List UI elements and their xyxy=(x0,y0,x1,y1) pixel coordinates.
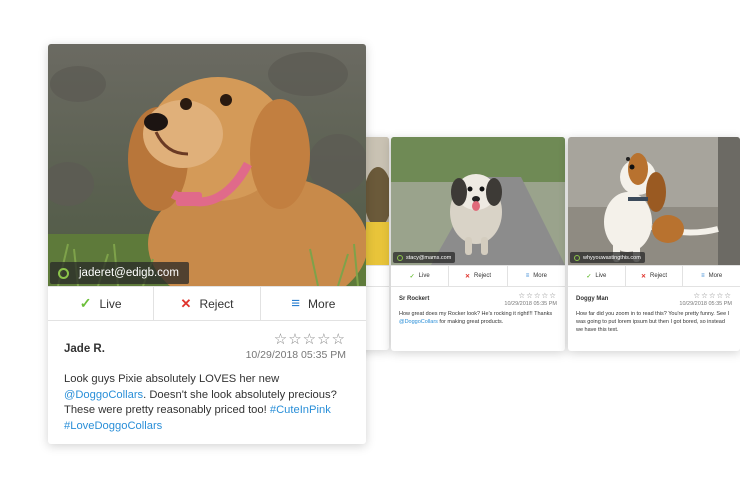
post-text-part: Look guys Pixie absolutely LOVES her new xyxy=(64,373,280,385)
post-card-3-actions: ✓ Live ✕ Reject ≡ More xyxy=(568,265,740,287)
mention-link[interactable]: @DoggoCollars xyxy=(64,389,143,401)
post-text: How far did you zoom in to read this? Yo… xyxy=(576,311,732,335)
post-card-main-email-chip: jaderet@edigb.com xyxy=(50,262,189,284)
more-label: More xyxy=(308,296,336,311)
rating-stars[interactable]: ☆☆☆☆☆ xyxy=(693,291,732,300)
post-card-2-email-chip: stacy@mams.com xyxy=(393,252,456,263)
post-card-main-content: Jade R. ☆☆☆☆☆ 10/29/2018 05:35 PM Look g… xyxy=(48,320,366,444)
rating-stars[interactable]: ☆☆☆☆☆ xyxy=(274,330,346,348)
reject-button[interactable]: ✕ Reject xyxy=(626,266,684,286)
post-date: 10/29/2018 05:35 PM xyxy=(245,349,346,361)
reject-label: Reject xyxy=(474,273,492,279)
more-button[interactable]: ≡ More xyxy=(261,287,366,320)
post-card-2-content: Sr Rockert ☆☆☆☆☆ 10/29/2018 05:35 PM How… xyxy=(391,286,565,351)
author-name: Jade R. xyxy=(64,343,105,355)
status-ring-icon xyxy=(397,254,403,261)
reject-button[interactable]: ✕ Reject xyxy=(449,266,508,286)
post-text-part: How far did you zoom in to read this? Yo… xyxy=(576,311,730,333)
live-label: Live xyxy=(99,296,122,311)
menu-icon: ≡ xyxy=(701,273,705,279)
author-name: Sr Rockert xyxy=(399,296,430,302)
post-card-main-actions: ✓ Live ✕ Reject ≡ More xyxy=(48,286,366,321)
mention-link[interactable]: @DoggoCollars xyxy=(399,319,438,325)
live-label: Live xyxy=(595,273,607,279)
live-button[interactable]: ✓ Live xyxy=(568,266,626,286)
check-icon: ✓ xyxy=(409,273,415,280)
live-button[interactable]: ✓ Live xyxy=(391,266,450,286)
live-label: Live xyxy=(418,273,430,279)
post-card-main-photo: jaderet@edigb.com xyxy=(48,44,366,286)
post-card-2: stacy@mams.com ✓ Live ✕ Reject ≡ More Sr… xyxy=(391,137,565,351)
check-icon: ✓ xyxy=(79,295,92,311)
post-text-part: for making great products. xyxy=(437,318,504,325)
more-label: More xyxy=(708,273,723,279)
author-name: Doggy Man xyxy=(576,296,609,302)
post-date: 10/29/2018 05:35 PM xyxy=(504,301,557,307)
post-text: Look guys Pixie absolutely LOVES her new… xyxy=(64,372,350,435)
post-card-3-content: Doggy Man ☆☆☆☆☆ 10/29/2018 05:35 PM How … xyxy=(568,286,740,351)
post-card-main-email: jaderet@edigb.com xyxy=(79,267,179,279)
post-card-3: whyyouwastingthis.com ✓ Live ✕ Reject ≡ … xyxy=(568,137,740,351)
post-card-2-photo: stacy@mams.com xyxy=(391,137,565,265)
post-card-2-email: stacy@mams.com xyxy=(406,254,452,261)
menu-icon: ≡ xyxy=(291,295,301,312)
status-ring-icon xyxy=(58,267,69,279)
post-card-2-actions: ✓ Live ✕ Reject ≡ More xyxy=(391,265,565,287)
more-button[interactable]: ≡ More xyxy=(508,266,565,286)
post-card-main: jaderet@edigb.com ✓ Live ✕ Reject ≡ More… xyxy=(48,44,366,444)
reject-label: Reject xyxy=(199,296,234,311)
post-date: 10/29/2018 05:35 PM xyxy=(679,301,732,307)
menu-icon: ≡ xyxy=(525,273,530,279)
post-card-3-email-chip: whyyouwastingthis.com xyxy=(570,252,645,263)
x-icon: ✕ xyxy=(180,295,192,311)
post-card-3-email: whyyouwastingthis.com xyxy=(583,254,641,261)
post-text: How great does my Rocker look? He's rock… xyxy=(399,311,557,327)
x-icon: ✕ xyxy=(464,273,470,280)
x-icon: ✕ xyxy=(640,273,647,280)
live-button[interactable]: ✓ Live xyxy=(48,287,155,320)
check-icon: ✓ xyxy=(586,273,592,280)
reject-button[interactable]: ✕ Reject xyxy=(154,287,261,320)
status-ring-icon xyxy=(574,254,580,261)
more-button[interactable]: ≡ More xyxy=(683,266,740,286)
more-label: More xyxy=(533,273,547,279)
rating-stars[interactable]: ☆☆☆☆☆ xyxy=(518,291,557,300)
reject-label: Reject xyxy=(650,273,668,279)
post-text-part: How great does my Rocker look? He's rock… xyxy=(399,311,553,317)
post-card-3-photo: whyyouwastingthis.com xyxy=(568,137,740,265)
